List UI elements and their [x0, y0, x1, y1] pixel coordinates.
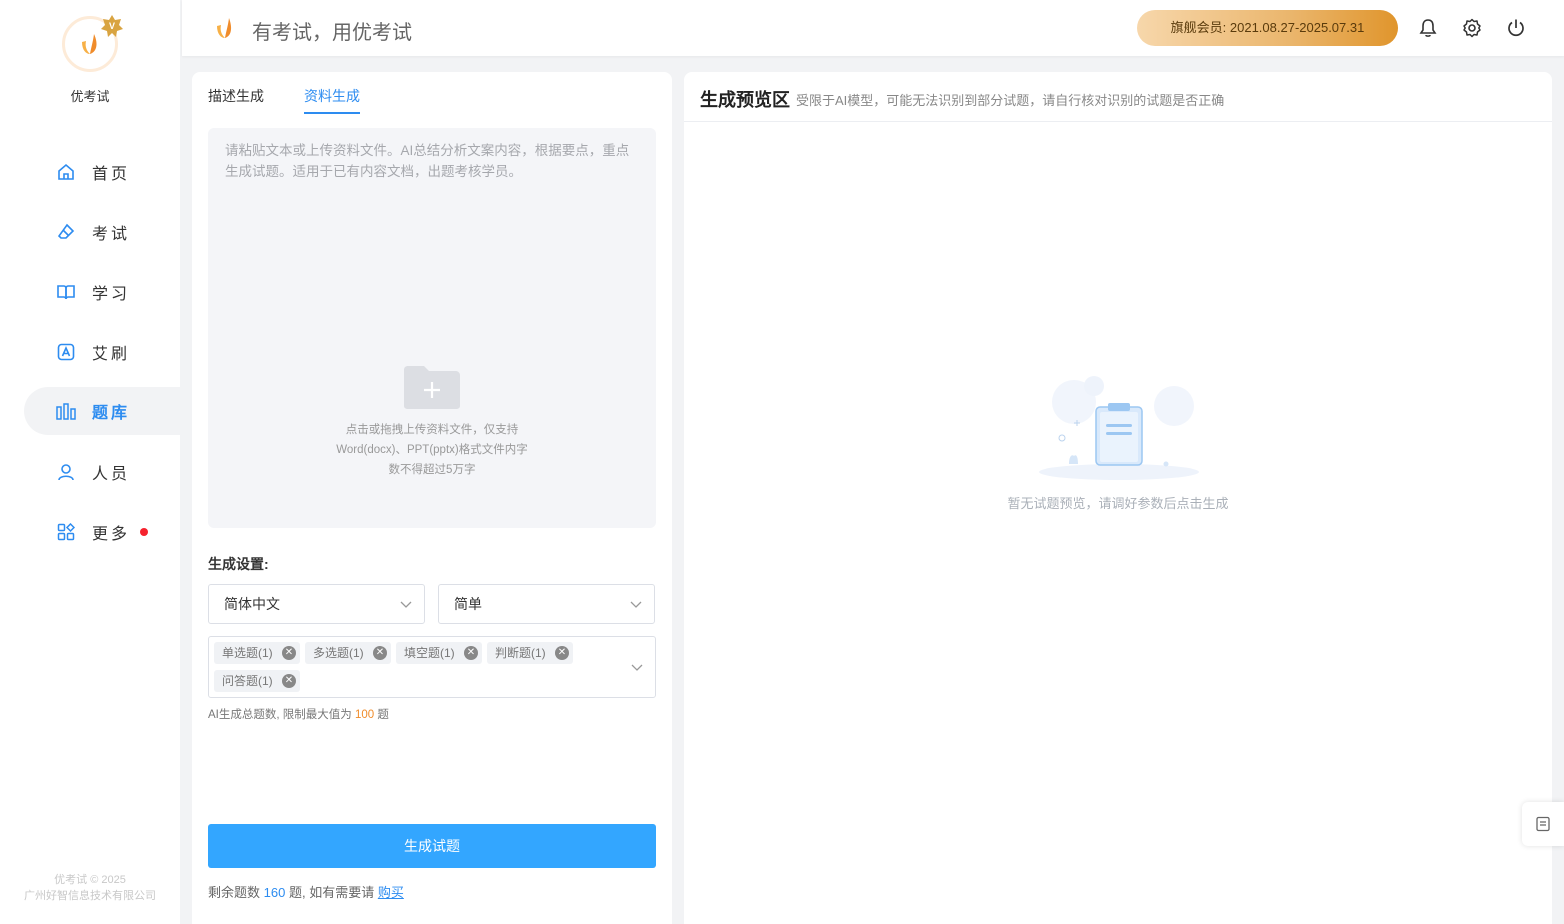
sidebar-item-label: 更多: [92, 526, 131, 543]
question-type-chip: 多选题(1) ✕: [305, 642, 391, 664]
sidebar: V 优考试 首页 考试 学习 艾刷 题库 人员 更多 优考试 © 2025 广州…: [0, 0, 180, 924]
sidebar-item-label: 考试: [92, 226, 131, 243]
sidebar-item-exam[interactable]: 考试: [24, 208, 180, 256]
gear-icon[interactable]: [1460, 16, 1484, 40]
empty-preview-text: 暂无试题预览，请调好参数后点击生成: [1007, 496, 1229, 511]
sidebar-item-label: 题库: [92, 405, 131, 422]
folder-add-icon: [404, 366, 460, 409]
close-icon[interactable]: ✕: [464, 646, 478, 660]
preview-subtitle: 受限于AI模型，可能无法识别到部分试题，请自行核对识别的试题是否正确: [796, 93, 1225, 108]
top-header: 有考试，用优考试 旗舰会员: 2021.08.27-2025.07.31: [182, 0, 1564, 56]
chip-label: 填空题(1): [404, 646, 455, 660]
material-text-placeholder[interactable]: 请粘贴文本或上传资料文件。AI总结分析文案内容，根据要点，重点生成试题。适用于已…: [225, 140, 639, 182]
remaining-middle: 题, 如有需要请: [288, 885, 375, 900]
question-type-chip: 问答题(1) ✕: [214, 670, 300, 692]
preview-header: 生成预览区 受限于AI模型，可能无法识别到部分试题，请自行核对识别的试题是否正确: [684, 72, 1552, 122]
chevron-down-icon: [400, 601, 412, 608]
header-slogan: 有考试，用优考试: [252, 22, 412, 44]
sidebar-item-study[interactable]: 学习: [24, 268, 180, 316]
bars-icon: [56, 401, 76, 421]
question-type-chip: 单选题(1) ✕: [214, 642, 300, 664]
power-icon[interactable]: [1504, 16, 1528, 40]
close-icon[interactable]: ✕: [282, 674, 296, 688]
sidebar-item-people[interactable]: 人员: [24, 448, 180, 496]
brand-name: 优考试: [70, 89, 110, 104]
generation-panel: 描述生成 资料生成 请粘贴文本或上传资料文件。AI总结分析文案内容，根据要点，重…: [192, 72, 672, 924]
sidebar-item-label: 艾刷: [92, 346, 131, 363]
close-icon[interactable]: ✕: [373, 646, 387, 660]
chevron-down-icon: [630, 601, 642, 608]
vip-membership-badge[interactable]: 旗舰会员: 2021.08.27-2025.07.31: [1137, 10, 1398, 46]
remaining-count: 剩余题数 160 题, 如有需要请 购买: [208, 882, 404, 901]
upload-hint-line: 数不得超过5万字: [388, 464, 476, 476]
empty-clipboard-icon: [1039, 376, 1199, 480]
difficulty-select[interactable]: 简单: [438, 584, 655, 624]
footer-company: 广州好智信息技术有限公司: [24, 890, 156, 902]
vip-crown-icon: V: [101, 15, 123, 37]
user-icon: [56, 462, 76, 482]
document-icon: [1536, 816, 1550, 832]
sidebar-item-label: 人员: [92, 466, 131, 483]
home-icon: [56, 162, 76, 182]
chip-label: 多选题(1): [313, 646, 364, 660]
language-select[interactable]: 简体中文: [208, 584, 425, 624]
tab-description-generate[interactable]: 描述生成: [208, 86, 264, 114]
sidebar-item-question-bank[interactable]: 题库: [24, 387, 180, 435]
footer-copyright: 优考试 © 2025: [54, 874, 126, 886]
sidebar-item-more[interactable]: 更多: [24, 508, 180, 556]
question-type-chip: 判断题(1) ✕: [487, 642, 573, 664]
sidebar-item-label: 学习: [92, 286, 131, 303]
chip-label: 判断题(1): [495, 646, 546, 660]
limit-note: AI生成总题数, 限制最大值为 100 题: [208, 706, 389, 722]
tab-material-generate[interactable]: 资料生成: [304, 86, 360, 114]
slogan-logo-icon: [217, 18, 232, 38]
settings-title: 生成设置:: [208, 556, 269, 572]
generate-questions-button[interactable]: 生成试题: [208, 824, 656, 868]
preview-panel: 生成预览区 受限于AI模型，可能无法识别到部分试题，请自行核对识别的试题是否正确…: [684, 72, 1552, 924]
close-icon[interactable]: ✕: [282, 646, 296, 660]
sidebar-item-label: 首页: [92, 166, 131, 183]
svg-text:V: V: [109, 21, 115, 31]
limit-note-prefix: AI生成总题数, 限制最大值为: [208, 709, 352, 721]
question-type-chip: 填空题(1) ✕: [396, 642, 482, 664]
upload-hint-line: 点击或拖拽上传资料文件，仅支持: [345, 424, 519, 436]
sidebar-item-aishua[interactable]: 艾刷: [24, 328, 180, 376]
buy-link[interactable]: 购买: [378, 885, 404, 900]
apps-icon: [56, 522, 76, 542]
eraser-icon: [56, 222, 76, 242]
bell-icon[interactable]: [1416, 16, 1440, 40]
letter-a-icon: [56, 342, 76, 362]
limit-note-value: 100: [354, 709, 375, 721]
notification-dot: [140, 528, 149, 536]
chip-label: 单选题(1): [222, 646, 273, 660]
language-select-value: 简体中文: [224, 596, 280, 612]
preview-title: 生成预览区: [700, 90, 790, 110]
question-type-multiselect[interactable]: 单选题(1) ✕ 多选题(1) ✕ 填空题(1) ✕ 判断题(1) ✕ 问答题(…: [208, 636, 656, 698]
material-upload-area[interactable]: 请粘贴文本或上传资料文件。AI总结分析文案内容，根据要点，重点生成试题。适用于已…: [208, 128, 656, 528]
limit-note-suffix: 题: [377, 709, 389, 721]
floating-notes-button[interactable]: [1522, 802, 1564, 846]
upload-hint-line: Word(docx)、PPT(pptx)格式文件内字: [336, 444, 528, 456]
book-icon: [56, 282, 76, 302]
close-icon[interactable]: ✕: [555, 646, 569, 660]
chip-label: 问答题(1): [222, 674, 273, 688]
sidebar-item-home[interactable]: 首页: [24, 148, 180, 196]
chevron-down-icon: [631, 664, 643, 671]
upload-hint: 点击或拖拽上传资料文件，仅支持 Word(docx)、PPT(pptx)格式文件…: [208, 420, 656, 480]
remaining-value: 160: [263, 885, 286, 900]
difficulty-select-value: 简单: [454, 596, 482, 612]
remaining-prefix: 剩余题数: [208, 885, 261, 900]
